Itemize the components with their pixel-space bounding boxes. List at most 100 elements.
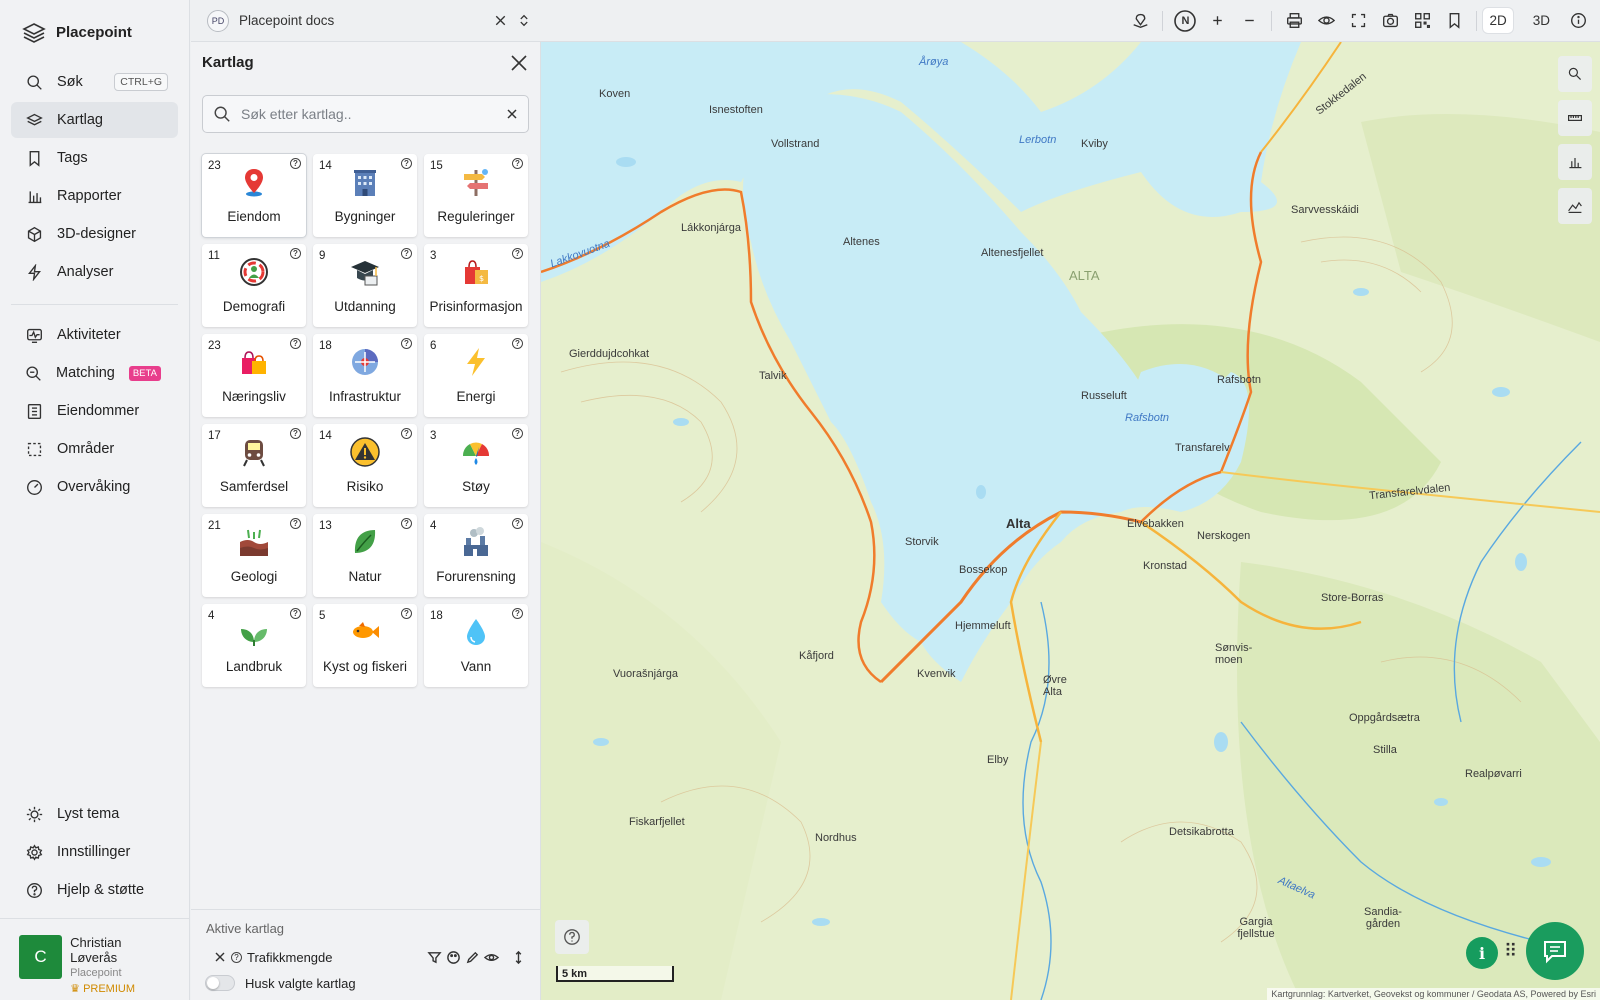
zoom-in-icon[interactable] — [1201, 5, 1233, 37]
remember-layers-toggle[interactable] — [205, 975, 235, 991]
help-icon[interactable]: ? — [512, 428, 523, 439]
category-card-landbruk[interactable]: 4 ? Landbruk — [202, 604, 306, 687]
filter-icon[interactable] — [427, 950, 442, 965]
nav-item-rapporter[interactable]: Rapporter — [11, 178, 178, 214]
camera-icon[interactable] — [1374, 5, 1406, 37]
map-label: Vollstrand — [771, 138, 820, 150]
category-card-energi[interactable]: 6 ? Energi — [424, 334, 528, 417]
palette-icon[interactable] — [446, 950, 461, 965]
category-card-naeringsliv[interactable]: 23 ? Næringsliv — [202, 334, 306, 417]
nav-item-theme[interactable]: Lyst tema — [11, 796, 178, 832]
map-tool-chart[interactable] — [1558, 144, 1592, 180]
nav-item-3d-designer[interactable]: 3D-designer — [11, 216, 178, 252]
reorder-handle-icon[interactable] — [511, 950, 526, 965]
help-icon[interactable]: ? — [401, 608, 412, 619]
category-card-risiko[interactable]: 14 ? Risiko — [313, 424, 417, 507]
qr-code-icon[interactable] — [1406, 5, 1438, 37]
view-3d-button[interactable]: 3D — [1527, 8, 1556, 33]
category-count: 9 — [319, 250, 326, 262]
category-card-stoy[interactable]: 3 ? Støy — [424, 424, 528, 507]
nav-item-settings[interactable]: Innstillinger — [11, 834, 178, 870]
help-icon[interactable]: ? — [290, 518, 301, 529]
print-icon[interactable] — [1278, 5, 1310, 37]
edit-icon[interactable] — [465, 950, 480, 965]
category-name: Næringsliv — [222, 389, 286, 404]
price-bag-icon: $ — [465, 260, 488, 284]
category-count: 21 — [208, 520, 221, 532]
help-icon[interactable]: ? — [290, 248, 301, 259]
category-card-demografi[interactable]: 11 ? Demografi — [202, 244, 306, 327]
help-icon[interactable]: ? — [512, 608, 523, 619]
category-card-utdanning[interactable]: 9 ? Utdanning — [313, 244, 417, 327]
scale-bar: 5 km — [556, 966, 674, 982]
view-2d-button[interactable]: 2D — [1483, 8, 1513, 33]
project-badge[interactable]: PD — [207, 9, 229, 32]
nav-item-eiendommer[interactable]: Eiendommer — [11, 393, 178, 429]
help-icon[interactable]: ? — [401, 518, 412, 529]
category-card-reguleringer[interactable]: 15 ? Reguleringer — [424, 154, 528, 237]
category-card-geologi[interactable]: 21 ? Geologi — [202, 514, 306, 597]
gauge-icon — [25, 478, 43, 496]
nav-item-overvaking[interactable]: Overvåking — [11, 469, 178, 505]
category-card-infrastruktur[interactable]: 18 ? Infrastruktur — [313, 334, 417, 417]
brand[interactable]: Placepoint — [0, 0, 189, 64]
layer-search-input[interactable] — [241, 106, 506, 122]
nav-item-tags[interactable]: Tags — [11, 140, 178, 176]
switch-project-icon[interactable] — [516, 5, 532, 37]
category-count: 6 — [430, 340, 437, 352]
nav-item-kartlag[interactable]: Kartlag — [11, 102, 178, 138]
help-icon[interactable]: ? — [401, 428, 412, 439]
eye-icon[interactable] — [1310, 5, 1342, 37]
map-style-icon[interactable] — [1124, 5, 1156, 37]
category-card-forurensning[interactable]: 4 ? Forurensning — [424, 514, 528, 597]
category-card-eiendom[interactable]: 23 ? Eiendom — [202, 154, 306, 237]
category-card-natur[interactable]: 13 ? Natur — [313, 514, 417, 597]
map-label: Sandia-gården — [1364, 906, 1402, 930]
category-card-samferdsel[interactable]: 17 ? Samferdsel — [202, 424, 306, 507]
zoom-out-icon[interactable] — [1233, 5, 1265, 37]
help-icon[interactable]: ? — [512, 338, 523, 349]
info-icon[interactable] — [1562, 5, 1594, 37]
nav-item-help[interactable]: Hjelp & støtte — [11, 872, 178, 908]
clear-search-icon[interactable] — [506, 108, 518, 120]
project-name[interactable]: Placepoint docs — [239, 13, 484, 28]
map-help-button[interactable] — [555, 920, 589, 954]
nav-item-omrader[interactable]: Områder — [11, 431, 178, 467]
help-icon[interactable]: ? — [512, 518, 523, 529]
close-project-icon[interactable] — [484, 5, 516, 37]
help-icon[interactable]: ? — [290, 158, 301, 169]
nav-item-matching[interactable]: Matching BETA — [11, 355, 178, 391]
map-tool-measure[interactable] — [1558, 100, 1592, 136]
bookmark-icon[interactable] — [1438, 5, 1470, 37]
category-count: 3 — [430, 250, 437, 262]
fullscreen-icon[interactable] — [1342, 5, 1374, 37]
visibility-eye-icon[interactable] — [484, 950, 499, 965]
close-icon[interactable] — [508, 52, 530, 74]
chat-button[interactable] — [1526, 922, 1584, 980]
category-card-prisinformasjon[interactable]: 3 ? $ Prisinformasjon — [424, 244, 528, 327]
remove-layer-icon[interactable] — [213, 950, 227, 964]
help-icon[interactable]: ? — [401, 248, 412, 259]
user-profile[interactable]: C Christian Løverås Placepoint ♛ PREMIUM — [0, 918, 189, 1000]
help-icon[interactable]: ? — [401, 158, 412, 169]
category-card-bygninger[interactable]: 14 ? Bygninger — [313, 154, 417, 237]
info-button[interactable]: i — [1466, 937, 1498, 969]
help-icon[interactable]: ? — [290, 338, 301, 349]
category-card-vann[interactable]: 18 ? Vann — [424, 604, 528, 687]
bottom-nav: Lyst tema Innstillinger Hjelp & støtte — [0, 796, 189, 910]
help-icon[interactable]: ? — [512, 248, 523, 259]
help-icon[interactable]: ? — [512, 158, 523, 169]
nav-item-analyser[interactable]: Analyser — [11, 254, 178, 290]
category-card-kyst-og-fiskeri[interactable]: 5 ? Kyst og fiskeri — [313, 604, 417, 687]
map-tool-search-location[interactable] — [1558, 56, 1592, 92]
drag-handle-icon[interactable]: ⠿ — [1504, 941, 1517, 962]
nav-item-aktiviteter[interactable]: Aktiviteter — [11, 317, 178, 353]
compass-button[interactable]: N — [1169, 5, 1201, 37]
nav-item-search[interactable]: Søk CTRL+G — [11, 64, 178, 100]
help-icon[interactable]: ? — [290, 608, 301, 619]
help-icon[interactable]: ? — [401, 338, 412, 349]
map-tool-profile[interactable] — [1558, 188, 1592, 224]
map-view[interactable]: Koven Isnestoften Vollstrand Årøya Lakko… — [541, 42, 1600, 1000]
help-icon[interactable]: ? — [290, 428, 301, 439]
layer-help-icon[interactable]: ? — [231, 951, 242, 963]
